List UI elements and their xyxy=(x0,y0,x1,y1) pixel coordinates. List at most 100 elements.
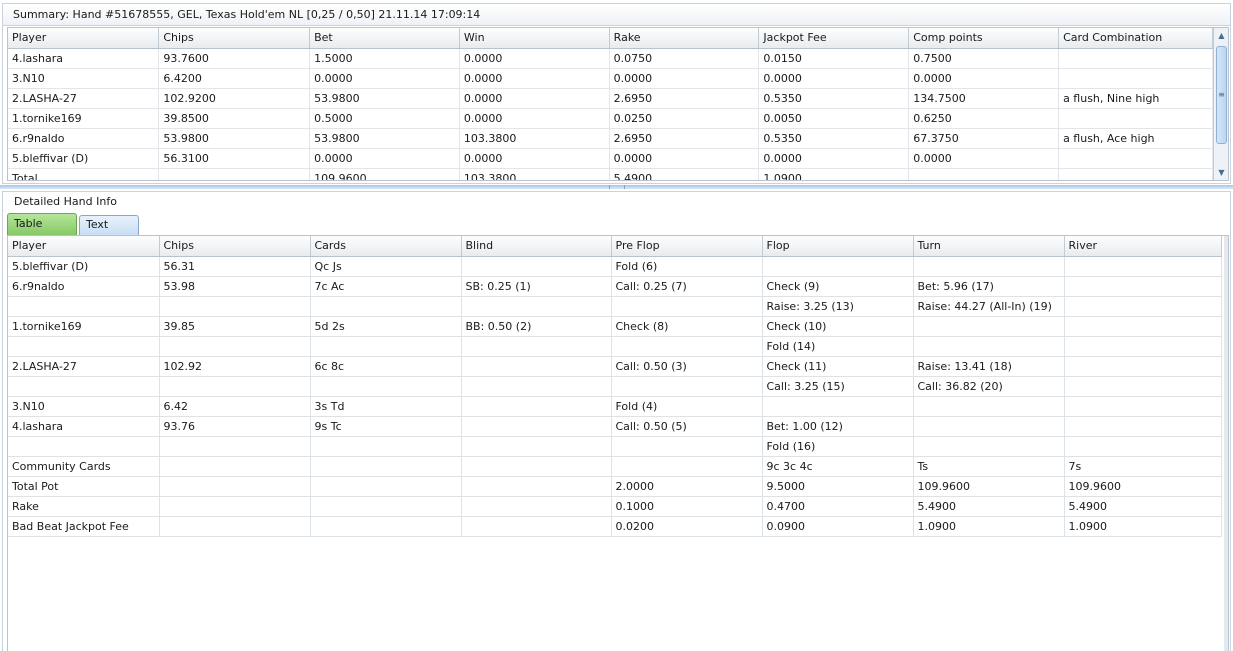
summary-header-rake[interactable]: Rake xyxy=(609,28,760,49)
summary-header-win[interactable]: Win xyxy=(459,28,610,49)
detail-cell-pre-flop: Call: 0.50 (3) xyxy=(611,356,763,377)
table-row[interactable]: 1.tornike169 39.85 5d 2s BB: 0.50 (2) Check … xyxy=(8,316,1222,337)
summary-header-jackpot-fee[interactable]: Jackpot Fee xyxy=(758,28,910,49)
detail-header-river[interactable]: River xyxy=(1064,236,1222,257)
detail-cell-blind xyxy=(461,376,612,397)
table-row[interactable]: Rake 0.1000 0.4700 5.4900 5.4900 xyxy=(8,496,1222,517)
summary-cell-chips: 53.9800 xyxy=(158,128,311,149)
detail-header-cards[interactable]: Cards xyxy=(310,236,462,257)
summary-cell-card-combination: a flush, Ace high xyxy=(1058,128,1213,149)
table-row[interactable]: 3.N10 6.4200 0.0000 0.0000 0.0000 0.0000 0.000… xyxy=(8,68,1228,89)
detail-cell-turn: 1.0900 xyxy=(913,516,1065,537)
detail-cell-chips: 53.98 xyxy=(159,276,311,297)
table-row[interactable]: Total Pot 2.0000 9.5000 109.9600 109.9600 xyxy=(8,476,1222,497)
detail-cell-blind xyxy=(461,336,612,357)
summary-panel: Summary: Hand #51678555, GEL, Texas Hold… xyxy=(2,3,1231,184)
detail-cell-cards: 7c Ac xyxy=(310,276,462,297)
detail-cell-chips: 93.76 xyxy=(159,416,311,437)
detail-cell-player: Total Pot xyxy=(8,476,160,497)
summary-header-bet[interactable]: Bet xyxy=(309,28,460,49)
detail-cell-cards xyxy=(310,436,462,457)
summary-scrollbar[interactable]: ▲ ≡ ▼ xyxy=(1213,28,1228,180)
summary-cell-jackpot-fee: 0.5350 xyxy=(758,128,910,149)
detail-header-turn[interactable]: Turn xyxy=(913,236,1065,257)
summary-cell-chips: 39.8500 xyxy=(158,108,311,129)
summary-cell-jackpot-fee: 0.0000 xyxy=(758,148,910,169)
detail-cell-pre-flop xyxy=(611,336,763,357)
detail-cell-turn: 5.4900 xyxy=(913,496,1065,517)
summary-cell-bet: 0.0000 xyxy=(309,148,460,169)
summary-cell-win: 0.0000 xyxy=(459,68,610,89)
detail-cell-turn xyxy=(913,316,1065,337)
summary-cell-card-combination xyxy=(1058,108,1213,129)
table-row[interactable]: Call: 3.25 (15) Call: 36.82 (20) xyxy=(8,376,1222,397)
detail-cell-cards xyxy=(310,496,462,517)
summary-cell-jackpot-fee: 0.5350 xyxy=(758,88,910,109)
detail-cell-river xyxy=(1064,436,1222,457)
table-row[interactable]: 1.tornike169 39.8500 0.5000 0.0000 0.0250 0.0… xyxy=(8,108,1228,129)
tab-table-view[interactable]: Table View xyxy=(7,213,77,249)
detail-cell-player xyxy=(8,296,160,317)
detail-header-player[interactable]: Player xyxy=(8,236,160,257)
table-row[interactable]: 4.lashara 93.76 9s Tc Call: 0.50 (5) Bet: 1.… xyxy=(8,416,1222,437)
detail-cell-chips xyxy=(159,376,311,397)
detail-cell-turn: 109.9600 xyxy=(913,476,1065,497)
summary-cell-jackpot-fee: 0.0000 xyxy=(758,68,910,89)
detail-cell-river xyxy=(1064,416,1222,437)
detail-cell-flop: 9c 3c 4c xyxy=(762,456,914,477)
summary-header-chips[interactable]: Chips xyxy=(158,28,311,49)
table-row[interactable]: Community Cards 9c 3c 4c Ts 7s xyxy=(8,456,1222,477)
detail-cell-flop: Check (9) xyxy=(762,276,914,297)
summary-cell-player: 2.LASHA-27 xyxy=(8,88,160,109)
table-row[interactable]: 2.LASHA-27 102.9200 53.9800 0.0000 2.6950 0.5… xyxy=(8,88,1228,109)
summary-cell-card-combination xyxy=(1058,148,1213,169)
detail-header-chips[interactable]: Chips xyxy=(159,236,311,257)
detail-cell-pre-flop xyxy=(611,456,763,477)
table-row[interactable]: Fold (14) xyxy=(8,336,1222,357)
table-row[interactable]: Fold (16) xyxy=(8,436,1222,457)
summary-cell-jackpot-fee: 1.0900 xyxy=(758,168,910,180)
summary-cell-win: 0.0000 xyxy=(459,148,610,169)
table-row[interactable]: 2.LASHA-27 102.92 6c 8c Call: 0.50 (3) Check… xyxy=(8,356,1222,377)
summary-cell-comp-points: 67.3750 xyxy=(908,128,1060,149)
detail-cell-blind xyxy=(461,416,612,437)
detail-cell-flop: Check (10) xyxy=(762,316,914,337)
detail-cell-player xyxy=(8,336,160,357)
summary-cell-comp-points: 0.6250 xyxy=(908,108,1060,129)
tab-text-view[interactable]: Text View xyxy=(79,215,139,248)
summary-header-card-combination[interactable]: Card Combination xyxy=(1058,28,1213,49)
panel-splitter[interactable] xyxy=(0,185,1233,189)
detail-cell-blind xyxy=(461,516,612,537)
summary-cell-chips: 102.9200 xyxy=(158,88,311,109)
table-row[interactable]: Total 109.9600 103.3800 5.4900 1.0900 xyxy=(8,168,1228,180)
detail-cell-player: 3.N10 xyxy=(8,396,160,417)
table-row[interactable]: Bad Beat Jackpot Fee 0.0200 0.0900 1.0900 1.… xyxy=(8,516,1222,537)
arrow-up-icon[interactable]: ▲ xyxy=(1214,28,1228,43)
table-row[interactable]: 5.bleffivar (D) 56.3100 0.0000 0.0000 0.0000… xyxy=(8,148,1228,169)
detail-cell-pre-flop: Fold (4) xyxy=(611,396,763,417)
arrow-down-icon[interactable]: ▼ xyxy=(1214,165,1228,180)
summary-header-player[interactable]: Player xyxy=(8,28,160,49)
grip-icon: ≡ xyxy=(1218,90,1225,99)
detail-header-pre-flop[interactable]: Pre Flop xyxy=(611,236,763,257)
table-row[interactable]: 3.N10 6.42 3s Td Fold (4) xyxy=(8,396,1222,417)
table-row[interactable]: 4.lashara 93.7600 1.5000 0.0000 0.0750 0.0150… xyxy=(8,48,1228,69)
summary-cell-win: 103.3800 xyxy=(459,168,610,180)
detail-cell-player: Rake xyxy=(8,496,160,517)
detail-header-blind[interactable]: Blind xyxy=(461,236,612,257)
table-row[interactable]: 6.r9naldo 53.9800 53.9800 103.3800 2.6950 0.5… xyxy=(8,128,1228,149)
detail-header-flop[interactable]: Flop xyxy=(762,236,914,257)
table-row[interactable]: 5.bleffivar (D) 56.31 Qc Js Fold (6) xyxy=(8,256,1222,277)
splitter-grip-icon[interactable] xyxy=(609,185,625,189)
summary-header-comp-points[interactable]: Comp points xyxy=(908,28,1060,49)
detail-cell-chips xyxy=(159,496,311,517)
detail-cell-cards: 5d 2s xyxy=(310,316,462,337)
scroll-thumb[interactable]: ≡ xyxy=(1216,46,1227,144)
table-row[interactable]: 6.r9naldo 53.98 7c Ac SB: 0.25 (1) Call: 0.2… xyxy=(8,276,1222,297)
detail-scrollbar[interactable] xyxy=(1224,236,1228,651)
table-row[interactable]: Raise: 3.25 (13) Raise: 44.27 (All-In) (1… xyxy=(8,296,1222,317)
detail-cell-pre-flop xyxy=(611,296,763,317)
detail-cell-chips: 102.92 xyxy=(159,356,311,377)
detail-cell-flop: 9.5000 xyxy=(762,476,914,497)
detail-cell-river xyxy=(1064,396,1222,417)
